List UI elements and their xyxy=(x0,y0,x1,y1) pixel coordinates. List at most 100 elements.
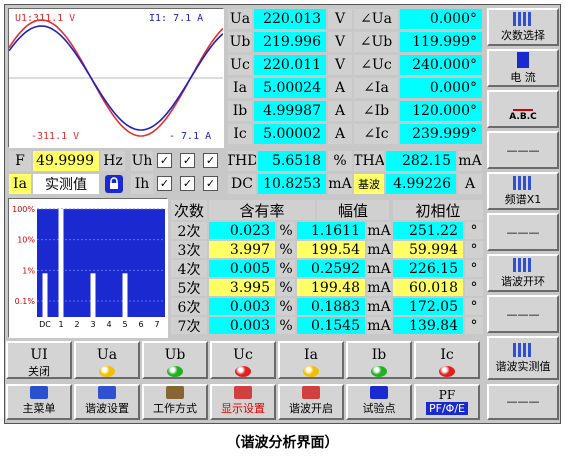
channel-ia[interactable]: Ia xyxy=(278,341,344,379)
right-menu-button-4[interactable]: 频谱X1 xyxy=(487,172,559,210)
phasor-value: 220.013 xyxy=(254,9,326,29)
harm-rate: 0.003 xyxy=(209,298,275,315)
harm-amp: 199.54 xyxy=(297,241,365,258)
channel-select[interactable]: Ia xyxy=(9,174,31,194)
right-menu-button-8[interactable]: 谐波实测值 xyxy=(487,336,559,380)
thd-unit: % xyxy=(328,151,352,171)
channel-ic[interactable]: Ic xyxy=(414,341,480,379)
spectrum-bar xyxy=(122,273,128,317)
right-menu-button-0[interactable]: 次数选择 xyxy=(487,8,559,46)
phasor-unit: V xyxy=(328,9,352,29)
right-menu-button-1[interactable]: 电 流 xyxy=(487,49,559,87)
bottom-menu-button-3[interactable]: 显示设置 xyxy=(210,384,276,420)
right-menu-button-6[interactable]: 谐波开环 xyxy=(487,254,559,292)
caption: （谐波分析界面） xyxy=(226,435,339,451)
harm-rate: 0.003 xyxy=(209,317,275,334)
uh-check-c[interactable]: ✓ xyxy=(203,153,218,168)
pf-label: PF xyxy=(438,387,456,402)
phasor-unit: V xyxy=(328,32,352,52)
table-header: 初相位 xyxy=(393,200,483,220)
phasor-angle: 240.000° xyxy=(400,55,482,75)
dc-value: 10.8253 xyxy=(258,174,326,194)
bottom-menu-button-4[interactable]: 谐波开启 xyxy=(278,384,344,420)
harm-amp: 0.1545 xyxy=(297,317,365,334)
harm-phase: 59.994 xyxy=(393,241,463,258)
channel-uc[interactable]: Uc xyxy=(210,341,276,379)
harm-rate-unit: % xyxy=(277,298,295,315)
right-menu-label: 次数选择 xyxy=(501,28,545,42)
right-menu-button-7[interactable]: ——— xyxy=(487,295,559,333)
phasor-value: 5.00002 xyxy=(254,124,326,144)
harm-amp-unit: mA xyxy=(367,279,391,296)
bottom-menu-button-7[interactable]: ——— xyxy=(487,384,559,420)
phasor-name: Ic xyxy=(228,124,252,144)
spectrum-zoom-icon xyxy=(513,175,533,190)
right-menu-button-3[interactable]: ——— xyxy=(487,131,559,169)
phasor-angle-name: ∠Uc xyxy=(354,55,398,75)
phasor-unit: V xyxy=(328,55,352,75)
right-menu-label: 电 流 xyxy=(510,70,536,84)
phasor-unit: A xyxy=(328,78,352,98)
harm-amp-unit: mA xyxy=(367,317,391,334)
harm-rate: 3.997 xyxy=(209,241,275,258)
status-led-icon xyxy=(303,366,319,377)
harm-rate: 0.023 xyxy=(209,222,275,239)
harm-amp: 0.2592 xyxy=(297,260,365,277)
ih-check-a[interactable]: ✓ xyxy=(157,176,172,191)
phasor-angle: 119.999° xyxy=(400,32,482,52)
phasor-angle: 120.000° xyxy=(400,101,482,121)
uh-check-a[interactable]: ✓ xyxy=(157,153,172,168)
harm-order: 6次 xyxy=(171,298,207,315)
right-menu-label: ——— xyxy=(506,143,540,157)
tha-value: 282.15 xyxy=(386,151,456,171)
channel-ub[interactable]: Ub xyxy=(142,341,208,379)
harm-phase: 226.15 xyxy=(393,260,463,277)
x-tick-label: 3 xyxy=(90,320,95,329)
fund-value: 4.99226 xyxy=(386,174,456,194)
waveform-panel: U1:311.1 V I1: 7.1 A -311.1 V - 7.1 A xyxy=(8,8,224,148)
harm-rate: 3.995 xyxy=(209,279,275,296)
right-menu-button-5[interactable]: ——— xyxy=(487,213,559,251)
channel-label: Ub xyxy=(164,347,186,363)
harm-order: 5次 xyxy=(171,279,207,296)
ih-check-c[interactable]: ✓ xyxy=(203,176,218,191)
harm-rate-unit: % xyxy=(277,241,295,258)
channel-ui[interactable]: UI 关闭 xyxy=(6,341,72,379)
bottom-menu-button-1[interactable]: 谐波设置 xyxy=(74,384,140,420)
waveform-plot xyxy=(8,19,224,137)
harm-rate-unit: % xyxy=(277,279,295,296)
bottom-menu-label: ——— xyxy=(506,394,540,408)
u-neg-label: -311.1 V xyxy=(31,131,80,142)
harm-amp: 1.1611 xyxy=(297,222,365,239)
bottom-menu-button-6[interactable]: PF PF/Φ/E xyxy=(414,384,480,420)
right-menu-button-2[interactable]: A.B.C xyxy=(487,90,559,128)
bottom-menu-button-2[interactable]: 工作方式 xyxy=(142,384,208,420)
phasor-name: Ib xyxy=(228,101,252,121)
bottom-menu-button-5[interactable]: 试验点 xyxy=(346,384,412,420)
channel-ib[interactable]: Ib xyxy=(346,341,412,379)
bottom-menu-button-0[interactable]: 主菜单 xyxy=(6,384,72,420)
table-header: 次数 xyxy=(171,200,207,220)
harm-amp-unit: mA xyxy=(367,241,391,258)
ih-check-b[interactable]: ✓ xyxy=(180,176,195,191)
harm-amp-unit: mA xyxy=(367,298,391,315)
right-menu-label: 谐波实测值 xyxy=(495,359,551,373)
lock-icon[interactable] xyxy=(105,175,123,193)
harm-order: 3次 xyxy=(171,241,207,258)
y-tick-label: 100% xyxy=(12,205,35,214)
freq-unit: Hz xyxy=(101,151,125,171)
status-led-icon xyxy=(371,366,387,377)
uh-check-b[interactable]: ✓ xyxy=(180,153,195,168)
channel-label: Ic xyxy=(440,347,454,363)
mode-label[interactable]: 实测值 xyxy=(33,174,99,194)
phasor-angle: 0.000° xyxy=(400,78,482,98)
harmonic-select-icon xyxy=(513,11,533,26)
bottom-menu-label: PF/Φ/E xyxy=(426,401,468,415)
channel-sub: 关闭 xyxy=(28,365,50,378)
phasor-name: Ub xyxy=(228,32,252,52)
spectrum-chart: 100% 10% 1% 0.1% DC 1 2 3 4 5 6 7 xyxy=(8,198,168,338)
harmonic-loop-icon xyxy=(513,257,533,272)
i-peak-label: I1: 7.1 A xyxy=(149,13,204,24)
channel-ua[interactable]: Ua xyxy=(74,341,140,379)
harm-phase: 251.22 xyxy=(393,222,463,239)
